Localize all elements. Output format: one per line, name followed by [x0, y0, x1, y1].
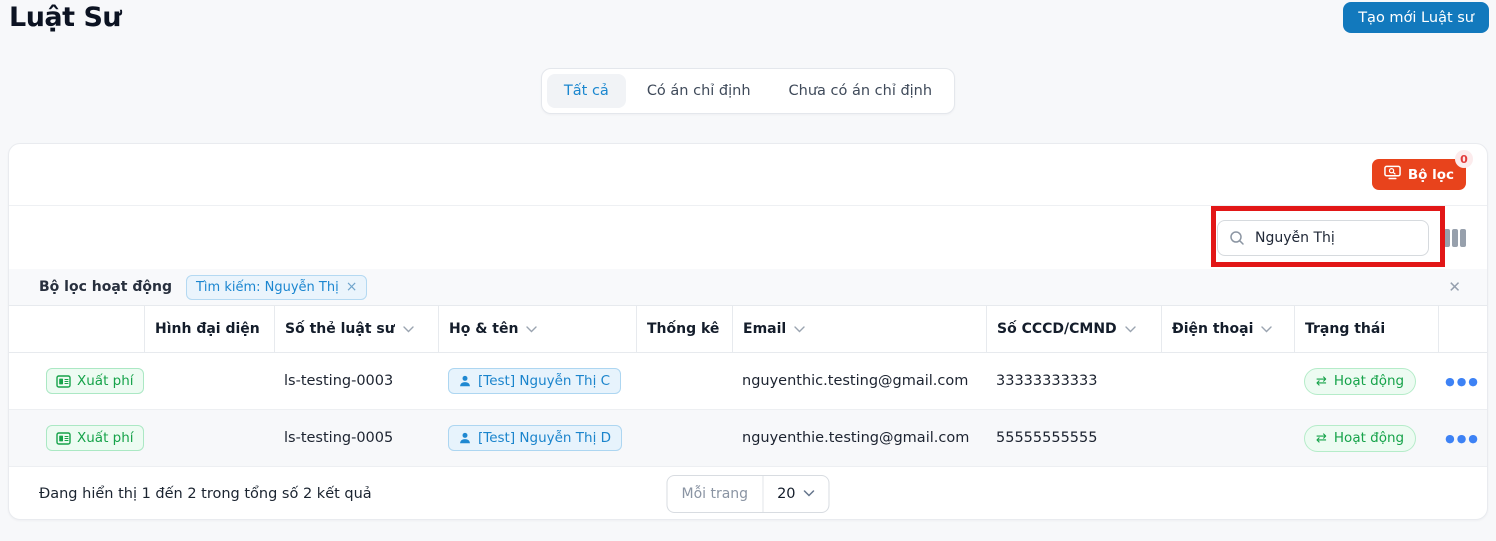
column-header[interactable] — [9, 306, 144, 352]
filter-button[interactable]: Bộ lọc — [1372, 159, 1466, 190]
column-header[interactable]: Số thẻ luật sư — [274, 306, 438, 352]
active-filter-chips: Tìm kiếm: Nguyễn Thị × — [186, 275, 367, 300]
invoice-icon — [56, 432, 71, 445]
chevron-down-icon — [804, 490, 815, 497]
filter-count-badge: 0 — [1455, 150, 1473, 168]
filter-search-icon — [1384, 165, 1401, 184]
column-header[interactable]: Số CCCD/CMND — [986, 306, 1161, 352]
table-row: Xuất phí ls-testing-0003 [Test] Nguyễn T… — [9, 353, 1487, 410]
table-row: Xuất phí ls-testing-0005 [Test] Nguyễn T… — [9, 410, 1487, 467]
column-header[interactable]: Điện thoại — [1161, 306, 1294, 352]
email-cell: nguyenthie.testing@gmail.com — [732, 430, 986, 446]
column-header-label: Số thẻ luật sư — [285, 321, 395, 337]
sort-chevron-icon — [794, 326, 805, 333]
results-summary: Đang hiển thị 1 đến 2 trong tổng số 2 kế… — [39, 486, 372, 502]
swap-icon: ⇄ — [1316, 432, 1327, 445]
active-filters-row: Bộ lọc hoạt động Tìm kiếm: Nguyễn Thị × … — [9, 269, 1487, 306]
person-icon — [459, 432, 471, 444]
tab-group: Tất cảCó án chỉ địnhChưa có án chỉ định — [541, 68, 955, 114]
status-badge[interactable]: ⇄ Hoạt động — [1304, 425, 1416, 452]
cccd-cell: 55555555555 — [986, 430, 1161, 446]
create-lawyer-button[interactable]: Tạo mới Luật sư — [1343, 2, 1489, 33]
table-toolbar — [9, 206, 1487, 269]
status-label: Hoạt động — [1334, 430, 1404, 446]
table-header-row: Hình đại diện Số thẻ luật sư Họ & tên Th… — [9, 306, 1487, 353]
filter-button-label: Bộ lọc — [1408, 167, 1454, 183]
card-number-cell: ls-testing-0005 — [274, 430, 438, 446]
lawyer-name-label: [Test] Nguyễn Thị C — [478, 373, 610, 389]
column-header[interactable]: Hình đại diện — [144, 306, 274, 352]
column-header[interactable]: Họ & tên — [438, 306, 636, 352]
tab[interactable]: Tất cả — [547, 74, 626, 108]
export-fee-label: Xuất phí — [77, 430, 134, 446]
card-number-cell: ls-testing-0003 — [274, 373, 438, 389]
clear-filters-icon[interactable]: ✕ — [1442, 276, 1467, 298]
page-header: Luật Sư Tạo mới Luật sư — [0, 0, 1496, 33]
lawyer-name-chip[interactable]: [Test] Nguyễn Thị C — [448, 368, 621, 394]
export-fee-button[interactable]: Xuất phí — [46, 425, 144, 451]
column-header-label: Số CCCD/CMND — [997, 321, 1117, 337]
column-header-label: Email — [743, 321, 786, 337]
search-box — [1217, 220, 1429, 256]
row-actions-menu[interactable]: ●●● — [1443, 371, 1482, 392]
status-badge[interactable]: ⇄ Hoạt động — [1304, 368, 1416, 395]
column-header[interactable]: Email — [732, 306, 986, 352]
column-header-label: Hình đại diện — [155, 321, 260, 337]
export-fee-button[interactable]: Xuất phí — [46, 368, 144, 394]
active-filter-chip-label: Tìm kiếm: Nguyễn Thị — [196, 280, 339, 295]
tab[interactable]: Chưa có án chỉ định — [772, 74, 950, 108]
search-icon — [1229, 230, 1245, 250]
sort-chevron-icon — [1125, 326, 1136, 333]
chip-close-icon[interactable]: × — [346, 280, 358, 294]
per-page-control: Mỗi trang 20 — [666, 475, 829, 513]
column-header[interactable]: Trạng thái — [1294, 306, 1438, 352]
status-label: Hoạt động — [1334, 373, 1404, 389]
page-title: Luật Sư — [9, 2, 121, 33]
search-input[interactable] — [1217, 220, 1429, 256]
filter-bar: Bộ lọc 0 — [9, 144, 1487, 206]
column-header-label: Trạng thái — [1305, 321, 1385, 337]
columns-toggle-icon[interactable] — [1442, 227, 1468, 249]
sort-chevron-icon — [526, 326, 537, 333]
table-footer: Đang hiển thị 1 đến 2 trong tổng số 2 kế… — [9, 467, 1487, 520]
tab[interactable]: Có án chỉ định — [630, 74, 768, 108]
lawyers-table-card: Bộ lọc 0 Bộ lọc hoạt động Tìm kiếm: Nguy… — [8, 143, 1488, 520]
lawyer-name-chip[interactable]: [Test] Nguyễn Thị D — [448, 425, 622, 451]
per-page-select[interactable]: 20 — [763, 476, 828, 512]
person-icon — [459, 375, 471, 387]
swap-icon: ⇄ — [1316, 375, 1327, 388]
column-header-label: Họ & tên — [449, 321, 518, 337]
cccd-cell: 33333333333 — [986, 373, 1161, 389]
per-page-value: 20 — [777, 486, 795, 502]
sort-chevron-icon — [403, 326, 414, 333]
export-fee-label: Xuất phí — [77, 373, 134, 389]
column-header[interactable]: Thống kê — [636, 306, 732, 352]
table-body: Xuất phí ls-testing-0003 [Test] Nguyễn T… — [9, 353, 1487, 467]
active-filter-chip[interactable]: Tìm kiếm: Nguyễn Thị × — [186, 275, 367, 300]
invoice-icon — [56, 375, 71, 388]
column-header-label: Điện thoại — [1172, 321, 1253, 337]
column-header-label: Thống kê — [647, 321, 719, 337]
row-actions-menu[interactable]: ●●● — [1443, 428, 1482, 449]
email-cell: nguyenthic.testing@gmail.com — [732, 373, 986, 389]
per-page-label: Mỗi trang — [667, 476, 763, 512]
active-filters-label: Bộ lọc hoạt động — [39, 279, 172, 295]
column-header[interactable] — [1438, 306, 1487, 352]
lawyer-name-label: [Test] Nguyễn Thị D — [478, 430, 611, 446]
sort-chevron-icon — [1261, 326, 1272, 333]
tabs-wrapper: Tất cảCó án chỉ địnhChưa có án chỉ định — [0, 68, 1496, 114]
